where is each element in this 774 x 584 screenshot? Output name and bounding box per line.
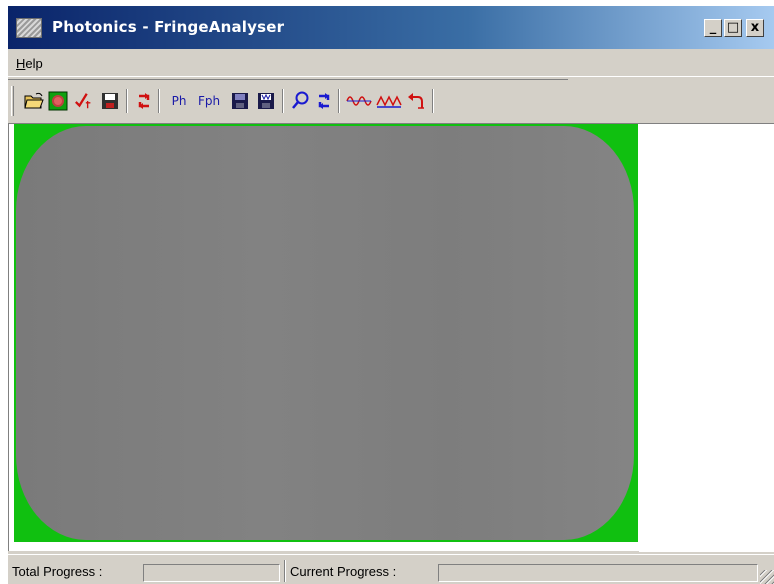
refresh-red-button[interactable] — [134, 91, 154, 111]
current-progress-bar — [438, 564, 758, 582]
phase-button[interactable]: Ph — [168, 91, 190, 111]
total-progress-label: Total Progress : — [12, 564, 103, 579]
status-divider — [284, 560, 286, 582]
undo-rotate-icon — [408, 93, 424, 109]
save-button[interactable] — [100, 91, 120, 111]
total-progress-bar — [143, 564, 280, 582]
fringe-region — [16, 126, 634, 540]
menu-bar: Help — [8, 49, 774, 77]
minimize-button[interactable]: _ — [704, 19, 722, 37]
toolbar: Ph Fph — [8, 79, 568, 121]
check-mark-icon — [75, 93, 91, 109]
phase-icon: Ph — [171, 94, 187, 108]
zoom-search-icon — [292, 91, 309, 109]
results-panel — [639, 124, 774, 552]
client-area — [8, 123, 774, 552]
toolbar-separator — [126, 89, 128, 113]
resize-grip[interactable] — [760, 570, 774, 584]
toolbar-separator — [338, 89, 340, 113]
sine-wave-icon — [346, 96, 372, 106]
fringe-image[interactable] — [14, 124, 638, 542]
save-phase-icon — [232, 93, 248, 109]
save-wrapped-icon — [258, 93, 274, 109]
triangle-wave-icon — [376, 95, 402, 108]
toolbar-separator — [432, 89, 434, 113]
status-bar: Total Progress : Current Progress : — [8, 554, 774, 584]
refresh-red-icon — [138, 93, 150, 109]
toolbar-grip[interactable] — [11, 86, 14, 116]
menu-help[interactable]: Help — [16, 56, 43, 71]
load-image-icon — [48, 91, 68, 111]
zoom-button[interactable] — [290, 91, 310, 111]
save-wrapped-button[interactable] — [256, 91, 276, 111]
sine-wave-button[interactable] — [346, 91, 372, 111]
menu-help-mnemonic: H — [16, 56, 26, 71]
app-icon[interactable] — [16, 18, 42, 38]
menu-help-label: elp — [25, 56, 43, 71]
title-bar[interactable]: Photonics - FringeAnalyser _ □ x — [8, 6, 774, 49]
application-window: Photonics - FringeAnalyser _ □ x Help Ph… — [8, 6, 774, 584]
toolbar-separator — [282, 89, 284, 113]
current-progress-label: Current Progress : — [290, 564, 397, 579]
close-button[interactable]: x — [746, 19, 764, 37]
refresh-blue-icon — [318, 93, 330, 109]
save-disk-icon — [102, 93, 118, 109]
check-button[interactable] — [74, 91, 94, 111]
fringe-phase-button[interactable]: Fph — [196, 91, 222, 111]
maximize-button[interactable]: □ — [724, 19, 742, 37]
fringe-phase-icon: Fph — [197, 94, 221, 108]
save-phase-button[interactable] — [230, 91, 250, 111]
open-folder-icon — [24, 92, 44, 109]
window-title: Photonics - FringeAnalyser — [52, 18, 285, 36]
triangle-wave-button[interactable] — [376, 91, 402, 111]
refresh-blue-button[interactable] — [314, 91, 334, 111]
undo-rotate-button[interactable] — [406, 91, 426, 111]
load-image-button[interactable] — [48, 91, 68, 111]
toolbar-separator — [158, 89, 160, 113]
open-folder-button[interactable] — [24, 91, 44, 111]
